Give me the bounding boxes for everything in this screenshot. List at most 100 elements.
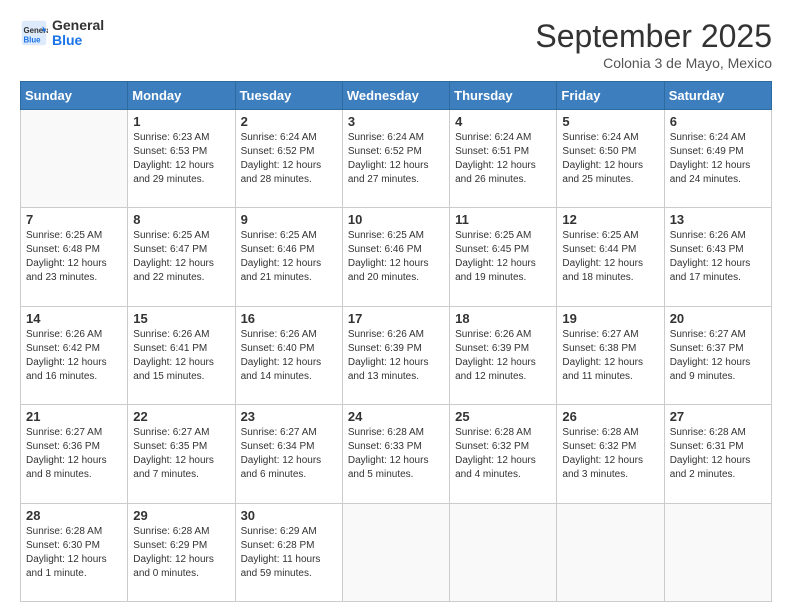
day-number: 25 <box>455 409 551 424</box>
logo-blue: Blue <box>52 33 104 48</box>
header-monday: Monday <box>128 82 235 110</box>
day-info: Sunrise: 6:27 AM Sunset: 6:38 PM Dayligh… <box>562 328 658 384</box>
day-info: Sunrise: 6:28 AM Sunset: 6:31 PM Dayligh… <box>670 426 766 482</box>
logo-general: General <box>52 18 104 33</box>
day-number: 9 <box>241 212 337 227</box>
day-info: Sunrise: 6:27 AM Sunset: 6:37 PM Dayligh… <box>670 328 766 384</box>
day-number: 21 <box>26 409 122 424</box>
calendar-cell: 22Sunrise: 6:27 AM Sunset: 6:35 PM Dayli… <box>128 405 235 503</box>
calendar-cell: 17Sunrise: 6:26 AM Sunset: 6:39 PM Dayli… <box>342 306 449 404</box>
day-info: Sunrise: 6:24 AM Sunset: 6:51 PM Dayligh… <box>455 131 551 187</box>
header-sunday: Sunday <box>21 82 128 110</box>
day-number: 11 <box>455 212 551 227</box>
day-number: 14 <box>26 311 122 326</box>
day-number: 3 <box>348 114 444 129</box>
day-info: Sunrise: 6:27 AM Sunset: 6:34 PM Dayligh… <box>241 426 337 482</box>
calendar-cell: 25Sunrise: 6:28 AM Sunset: 6:32 PM Dayli… <box>450 405 557 503</box>
day-number: 2 <box>241 114 337 129</box>
calendar-cell: 20Sunrise: 6:27 AM Sunset: 6:37 PM Dayli… <box>664 306 771 404</box>
day-info: Sunrise: 6:26 AM Sunset: 6:39 PM Dayligh… <box>455 328 551 384</box>
week-row-4: 21 Sunrise: 6:27 AM Sunset: 6:36 PM Dayli… <box>21 405 772 503</box>
day-number: 5 <box>562 114 658 129</box>
day-number: 24 <box>348 409 444 424</box>
day-info: Sunrise: 6:27 AM Sunset: 6:36 PM Dayligh… <box>26 426 122 482</box>
week-row-1: 1 Sunrise: 6:23 AM Sunset: 6:53 PM Daylig… <box>21 110 772 208</box>
day-info: Sunrise: 6:26 AM Sunset: 6:41 PM Dayligh… <box>133 328 229 384</box>
day-info: Sunrise: 6:24 AM Sunset: 6:49 PM Dayligh… <box>670 131 766 187</box>
day-info: Sunrise: 6:26 AM Sunset: 6:43 PM Dayligh… <box>670 229 766 285</box>
day-info: Sunrise: 6:28 AM Sunset: 6:32 PM Dayligh… <box>562 426 658 482</box>
calendar-cell: 11Sunrise: 6:25 AM Sunset: 6:45 PM Dayli… <box>450 208 557 306</box>
calendar-cell <box>557 503 664 601</box>
calendar-cell: 18Sunrise: 6:26 AM Sunset: 6:39 PM Dayli… <box>450 306 557 404</box>
day-info: Sunrise: 6:28 AM Sunset: 6:29 PM Dayligh… <box>133 525 229 581</box>
day-info: Sunrise: 6:25 AM Sunset: 6:44 PM Dayligh… <box>562 229 658 285</box>
calendar-cell: 19 Sunrise: 6:27 AM Sunset: 6:38 PM Dayli… <box>557 306 664 404</box>
location: Colonia 3 de Mayo, Mexico <box>535 55 772 71</box>
calendar-cell: 23 Sunrise: 6:27 AM Sunset: 6:34 PM Dayli… <box>235 405 342 503</box>
calendar-cell: 6 Sunrise: 6:24 AM Sunset: 6:49 PM Daylig… <box>664 110 771 208</box>
day-info: Sunrise: 6:27 AM Sunset: 6:35 PM Dayligh… <box>133 426 229 482</box>
calendar-cell: 27 Sunrise: 6:28 AM Sunset: 6:31 PM Dayli… <box>664 405 771 503</box>
day-number: 1 <box>133 114 229 129</box>
day-info: Sunrise: 6:25 AM Sunset: 6:46 PM Dayligh… <box>241 229 337 285</box>
day-info: Sunrise: 6:24 AM Sunset: 6:50 PM Dayligh… <box>562 131 658 187</box>
day-info: Sunrise: 6:26 AM Sunset: 6:42 PM Dayligh… <box>26 328 122 384</box>
month-title: September 2025 <box>535 18 772 55</box>
day-number: 15 <box>133 311 229 326</box>
calendar-cell: 29 Sunrise: 6:28 AM Sunset: 6:29 PM Dayli… <box>128 503 235 601</box>
calendar-cell: 14 Sunrise: 6:26 AM Sunset: 6:42 PM Dayli… <box>21 306 128 404</box>
day-info: Sunrise: 6:28 AM Sunset: 6:33 PM Dayligh… <box>348 426 444 482</box>
header: General Blue General Blue September 2025… <box>20 18 772 71</box>
day-number: 30 <box>241 508 337 523</box>
calendar-cell: 10 Sunrise: 6:25 AM Sunset: 6:46 PM Dayli… <box>342 208 449 306</box>
calendar-cell: 15 Sunrise: 6:26 AM Sunset: 6:41 PM Dayli… <box>128 306 235 404</box>
day-number: 7 <box>26 212 122 227</box>
calendar-cell: 26Sunrise: 6:28 AM Sunset: 6:32 PM Dayli… <box>557 405 664 503</box>
calendar-cell: 9 Sunrise: 6:25 AM Sunset: 6:46 PM Daylig… <box>235 208 342 306</box>
day-number: 16 <box>241 311 337 326</box>
day-info: Sunrise: 6:24 AM Sunset: 6:52 PM Dayligh… <box>241 131 337 187</box>
page: General Blue General Blue September 2025… <box>0 0 792 612</box>
day-number: 17 <box>348 311 444 326</box>
day-info: Sunrise: 6:25 AM Sunset: 6:48 PM Dayligh… <box>26 229 122 285</box>
day-number: 23 <box>241 409 337 424</box>
calendar-cell: 13 Sunrise: 6:26 AM Sunset: 6:43 PM Dayli… <box>664 208 771 306</box>
day-number: 27 <box>670 409 766 424</box>
day-number: 12 <box>562 212 658 227</box>
week-row-2: 7 Sunrise: 6:25 AM Sunset: 6:48 PM Daylig… <box>21 208 772 306</box>
header-friday: Friday <box>557 82 664 110</box>
header-tuesday: Tuesday <box>235 82 342 110</box>
day-number: 6 <box>670 114 766 129</box>
logo: General Blue General Blue <box>20 18 104 49</box>
calendar-cell: 2 Sunrise: 6:24 AM Sunset: 6:52 PM Daylig… <box>235 110 342 208</box>
day-info: Sunrise: 6:25 AM Sunset: 6:47 PM Dayligh… <box>133 229 229 285</box>
day-info: Sunrise: 6:26 AM Sunset: 6:40 PM Dayligh… <box>241 328 337 384</box>
calendar-cell <box>664 503 771 601</box>
day-number: 28 <box>26 508 122 523</box>
day-number: 29 <box>133 508 229 523</box>
calendar-cell: 8Sunrise: 6:25 AM Sunset: 6:47 PM Daylig… <box>128 208 235 306</box>
calendar-cell <box>450 503 557 601</box>
calendar-cell: 24 Sunrise: 6:28 AM Sunset: 6:33 PM Dayli… <box>342 405 449 503</box>
day-info: Sunrise: 6:24 AM Sunset: 6:52 PM Dayligh… <box>348 131 444 187</box>
day-number: 10 <box>348 212 444 227</box>
day-number: 13 <box>670 212 766 227</box>
calendar-cell: 4 Sunrise: 6:24 AM Sunset: 6:51 PM Daylig… <box>450 110 557 208</box>
calendar-cell <box>342 503 449 601</box>
calendar-table: SundayMondayTuesdayWednesdayThursdayFrid… <box>20 81 772 602</box>
day-number: 4 <box>455 114 551 129</box>
calendar-cell: 7 Sunrise: 6:25 AM Sunset: 6:48 PM Daylig… <box>21 208 128 306</box>
week-row-5: 28 Sunrise: 6:28 AM Sunset: 6:30 PM Dayli… <box>21 503 772 601</box>
calendar-cell: 16 Sunrise: 6:26 AM Sunset: 6:40 PM Dayli… <box>235 306 342 404</box>
calendar-cell: 30Sunrise: 6:29 AM Sunset: 6:28 PM Dayli… <box>235 503 342 601</box>
header-thursday: Thursday <box>450 82 557 110</box>
calendar-cell: 21 Sunrise: 6:27 AM Sunset: 6:36 PM Dayli… <box>21 405 128 503</box>
day-info: Sunrise: 6:28 AM Sunset: 6:30 PM Dayligh… <box>26 525 122 581</box>
calendar-cell: 5 Sunrise: 6:24 AM Sunset: 6:50 PM Daylig… <box>557 110 664 208</box>
header-saturday: Saturday <box>664 82 771 110</box>
title-block: September 2025 Colonia 3 de Mayo, Mexico <box>535 18 772 71</box>
day-number: 19 <box>562 311 658 326</box>
day-info: Sunrise: 6:23 AM Sunset: 6:53 PM Dayligh… <box>133 131 229 187</box>
day-info: Sunrise: 6:25 AM Sunset: 6:46 PM Dayligh… <box>348 229 444 285</box>
